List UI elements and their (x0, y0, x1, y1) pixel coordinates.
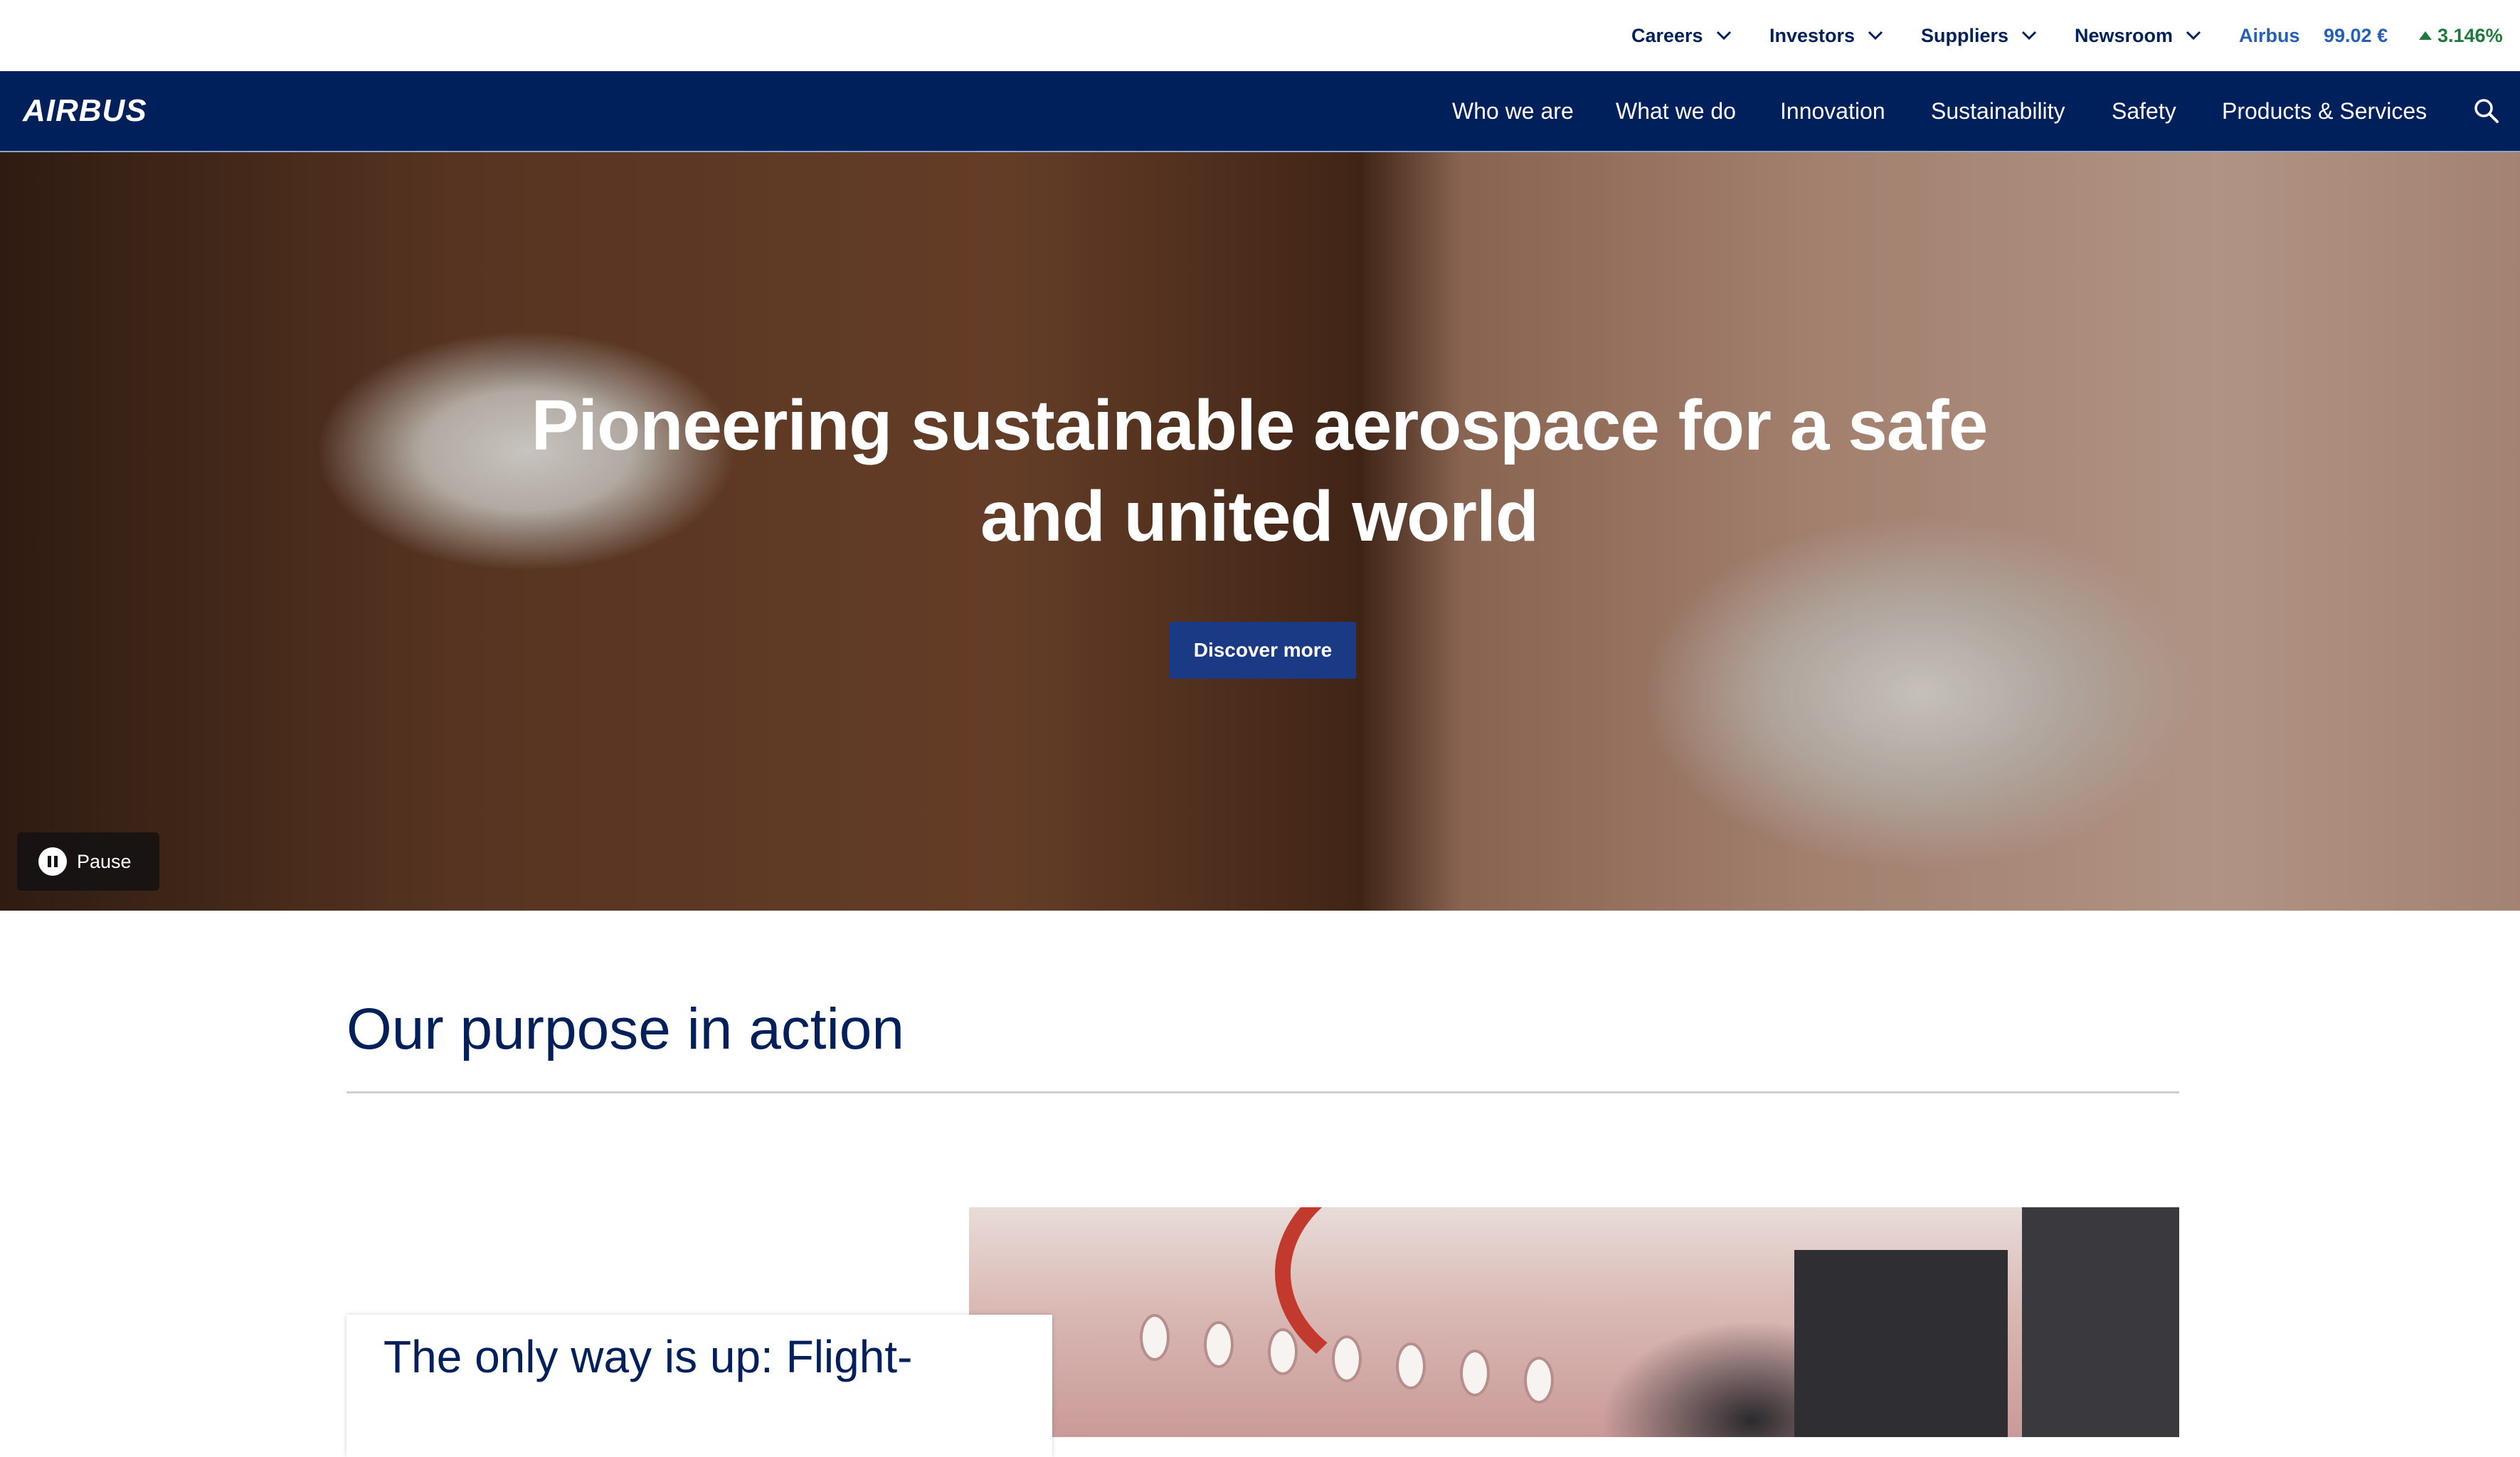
utility-item-label: Careers (1631, 24, 1703, 46)
pause-label: Pause (77, 850, 132, 872)
cabin-window (1140, 1314, 1170, 1361)
airbus-logo[interactable]: AIRBUS (23, 71, 147, 151)
main-nav: AIRBUS Who we are What we do Innovation … (0, 71, 2520, 152)
hero-title-line-2: and united world (980, 477, 1539, 556)
nav-item-innovation[interactable]: Innovation (1780, 71, 1885, 151)
equipment-rack (2022, 1207, 2179, 1437)
utility-item-label: Suppliers (1921, 24, 2009, 46)
chevron-down-icon (2186, 31, 2201, 41)
cabin-window (1204, 1321, 1234, 1368)
cabin-window (1332, 1335, 1362, 1382)
search-icon (2474, 99, 2499, 123)
utility-item-suppliers[interactable]: Suppliers (1921, 0, 2037, 71)
feature-image[interactable] (969, 1207, 2179, 1437)
discover-more-button[interactable]: Discover more (1170, 622, 1356, 679)
cabin-window (1396, 1342, 1426, 1389)
cabin-window (1268, 1328, 1298, 1375)
nav-item-products-services[interactable]: Products & Services (2222, 71, 2427, 151)
trend-up-icon (2419, 31, 2432, 40)
equipment-rack (1794, 1250, 2008, 1437)
cabin-window (1460, 1350, 1490, 1397)
utility-bar: Careers Investors Suppliers Newsroom Air… (0, 0, 2520, 71)
search-button[interactable] (2469, 71, 2504, 151)
pause-button[interactable]: Pause (17, 832, 159, 891)
utility-item-label: Newsroom (2075, 24, 2174, 46)
hero-title: Pioneering sustainable aerospace for a s… (427, 380, 2092, 562)
cabin-window (1524, 1357, 1554, 1404)
chevron-down-icon (1868, 31, 1883, 41)
nav-item-who-we-are[interactable]: Who we are (1452, 71, 1574, 151)
hero-title-line-1: Pioneering sustainable aerospace for a s… (531, 386, 1989, 465)
stock-name[interactable]: Airbus (2239, 0, 2300, 71)
stock-change-value: 3.146% (2437, 24, 2503, 46)
nav-item-safety[interactable]: Safety (2112, 71, 2176, 151)
feature-card[interactable]: The only way is up: Flight- (346, 1315, 1052, 1457)
utility-item-investors[interactable]: Investors (1769, 0, 1883, 71)
nav-item-sustainability[interactable]: Sustainability (1931, 71, 2065, 151)
hero-banner: Pioneering sustainable aerospace for a s… (0, 152, 2520, 911)
nav-item-what-we-do[interactable]: What we do (1616, 71, 1736, 151)
chevron-down-icon (2021, 31, 2037, 41)
stock-change: 3.146% (2419, 0, 2503, 71)
utility-item-label: Investors (1769, 24, 1855, 46)
section-divider (346, 1091, 2179, 1093)
feature-card-title: The only way is up: Flight- (383, 1331, 913, 1382)
section-title: Our purpose in action (346, 997, 905, 1061)
chevron-down-icon (1716, 31, 1731, 41)
decorative-arc (1275, 1207, 1605, 1395)
utility-item-careers[interactable]: Careers (1631, 0, 1732, 71)
utility-item-newsroom[interactable]: Newsroom (2075, 0, 2201, 71)
stock-price: 99.02 € (2324, 24, 2388, 46)
pause-icon (38, 847, 67, 876)
